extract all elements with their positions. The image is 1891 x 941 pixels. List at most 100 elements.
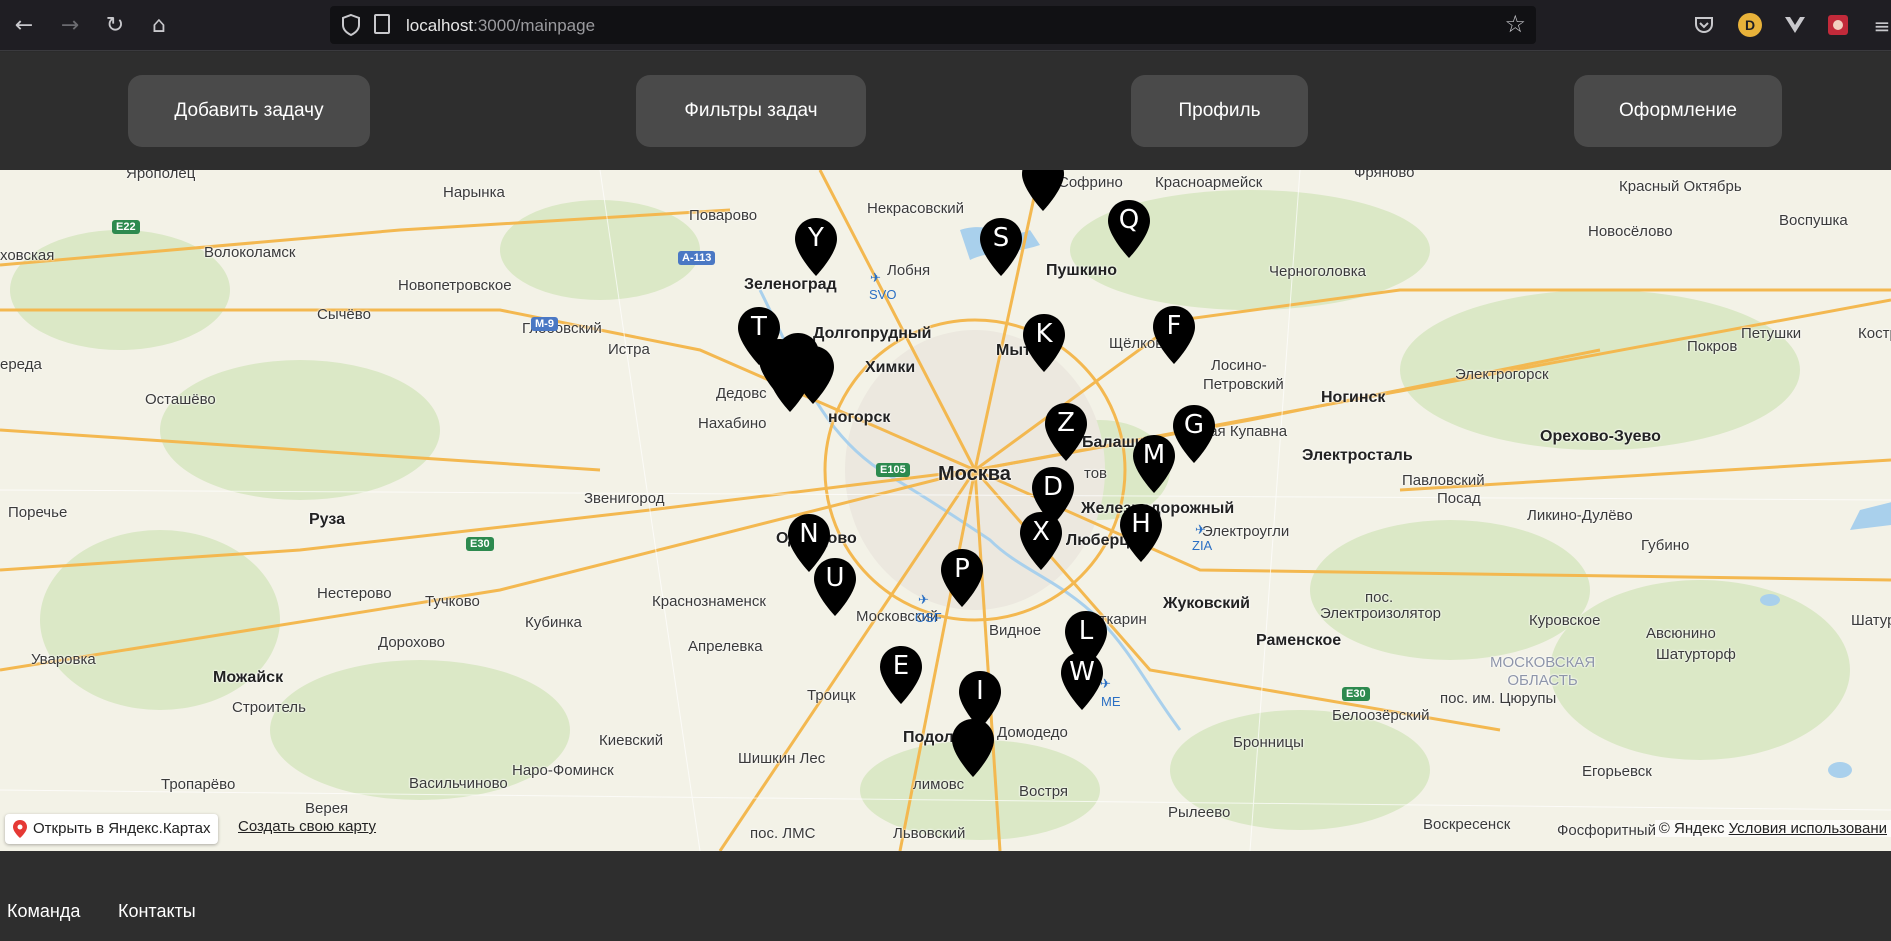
task-marker-w[interactable]: W	[1059, 651, 1105, 711]
map-label: Петушки	[1741, 325, 1802, 342]
task-marker-cluster[interactable]	[767, 353, 813, 413]
map-label: Пушкино	[1046, 262, 1118, 279]
map-label: Электросталь	[1302, 447, 1413, 464]
appearance-button[interactable]: Оформление	[1574, 75, 1782, 147]
map-label: Новосёлово	[1588, 223, 1673, 240]
map-label: Ярополец	[126, 170, 196, 182]
shield-icon[interactable]	[340, 13, 362, 37]
map-label: Видное	[989, 622, 1042, 639]
airport-icon: ✈	[870, 270, 881, 285]
terms-link[interactable]: Условия использовани	[1729, 820, 1887, 837]
map-label: Можайск	[213, 669, 284, 686]
map-label: Электроизолятор	[1320, 605, 1442, 622]
task-marker-label: Q	[1118, 205, 1140, 235]
road-badge: E22	[112, 220, 140, 234]
map-label: Воспушка	[1779, 212, 1848, 229]
task-marker-m[interactable]: M	[1131, 434, 1177, 494]
task-marker-k[interactable]: K	[1021, 313, 1067, 373]
forward-arrow-icon[interactable]: →	[56, 12, 84, 40]
address-bar[interactable]: localhost:3000/mainpage ☆	[330, 6, 1536, 44]
profile-avatar[interactable]: D	[1738, 13, 1762, 37]
home-icon[interactable]: ⌂	[145, 12, 173, 40]
map-label: Верея	[305, 800, 349, 817]
task-marker-label: F	[1166, 311, 1182, 341]
create-map-link[interactable]: Создать свою карту	[238, 818, 376, 835]
task-filters-button[interactable]: Фильтры задач	[636, 75, 866, 147]
map-label: Домодедо	[997, 724, 1068, 741]
map-label: ногорск	[828, 409, 891, 426]
airport-code: OSF	[915, 610, 942, 625]
map-pin-icon	[13, 820, 27, 838]
task-marker-e[interactable]: E	[878, 645, 924, 705]
task-marker-label: Y	[808, 223, 824, 253]
map-label: Уваровка	[31, 651, 96, 668]
footer-contacts-link[interactable]: Контакты	[118, 901, 196, 922]
map-label: Софрино	[1058, 174, 1123, 191]
task-marker-g[interactable]: G	[1171, 404, 1217, 464]
task-marker-q[interactable]: Q	[1106, 199, 1152, 259]
map-label: Авсюнино	[1646, 625, 1716, 642]
task-marker-p[interactable]: P	[939, 548, 985, 608]
bookmark-star-icon[interactable]: ☆	[1504, 10, 1526, 38]
road-badge: E30	[1342, 687, 1370, 701]
airport-code: ZIA	[1192, 538, 1213, 553]
task-marker-label: D	[1042, 472, 1064, 502]
task-marker-label: P	[954, 554, 970, 584]
map-label: Посад	[1437, 490, 1481, 507]
task-marker-label: S	[992, 223, 1010, 253]
back-arrow-icon[interactable]: ←	[10, 12, 38, 40]
map-label: Воскресенск	[1423, 816, 1511, 833]
task-marker-f[interactable]: F	[1151, 305, 1197, 365]
map-label: Фосфоритный	[1557, 822, 1656, 839]
pocket-icon[interactable]	[1692, 13, 1716, 37]
map-label: Ногинск	[1321, 389, 1386, 406]
task-marker-z[interactable]: Z	[1043, 402, 1089, 462]
app-header: Добавить задачу Фильтры задач Профиль Оф…	[0, 52, 1891, 170]
task-marker-s[interactable]: S	[978, 217, 1024, 277]
menu-icon[interactable]: ≡	[1868, 12, 1891, 40]
app-footer: Команда Контакты	[0, 851, 1891, 941]
task-marker-cluster[interactable]	[950, 718, 996, 778]
map-label: Орехово-Зуево	[1540, 428, 1661, 445]
map-label: ереда	[0, 356, 42, 373]
task-marker-x[interactable]: X	[1018, 511, 1064, 571]
map-label: Шатура	[1851, 612, 1891, 629]
task-marker-y[interactable]: Y	[793, 217, 839, 277]
map-copyright: © Яндекс Условия использовани	[1654, 820, 1891, 837]
map-label: Шишкин Лес	[738, 750, 826, 767]
task-marker-h[interactable]: H	[1118, 503, 1164, 563]
footer-team-link[interactable]: Команда	[7, 901, 80, 922]
map-label: Белоозёрский	[1332, 707, 1430, 724]
task-marker-cluster[interactable]	[1020, 170, 1066, 212]
task-marker-u[interactable]: U	[812, 557, 858, 617]
yandex-map[interactable]: Ярополец Нарынка Поварово Некрасовский С…	[0, 170, 1891, 851]
open-in-yandex-maps-button[interactable]: Открыть в Яндекс.Картах	[5, 814, 219, 844]
task-marker-label: L	[1078, 616, 1094, 646]
map-label: Строитель	[232, 699, 306, 716]
airport-icon: ✈	[918, 592, 929, 607]
vue-devtools-icon[interactable]	[1783, 13, 1807, 37]
map-label: Апрелевка	[688, 638, 763, 655]
profile-button[interactable]: Профиль	[1131, 75, 1308, 147]
map-label: Тропарёво	[161, 776, 236, 793]
map-label: ховская	[0, 247, 55, 264]
map-label: Черноголовка	[1269, 263, 1366, 280]
page-icon	[374, 14, 390, 34]
task-marker-label: X	[1032, 517, 1050, 547]
task-marker-label: M	[1142, 440, 1166, 470]
reload-icon[interactable]: ↻	[101, 12, 129, 40]
map-label: Электроугли	[1202, 523, 1290, 540]
add-task-button[interactable]: Добавить задачу	[128, 75, 370, 147]
map-label: Нахабино	[698, 415, 767, 432]
map-label: Востря	[1019, 783, 1069, 800]
map-label: Дорохово	[378, 634, 446, 651]
airport-code: SVO	[869, 287, 897, 302]
map-label: Руза	[309, 511, 345, 528]
url-text[interactable]: localhost:3000/mainpage	[406, 16, 595, 36]
road-badge: E30	[466, 537, 494, 551]
extension-icon[interactable]	[1826, 13, 1850, 37]
map-label: Некрасовский	[867, 200, 965, 217]
task-marker-label: K	[1035, 319, 1053, 349]
map-label: Покров	[1687, 338, 1738, 355]
map-label: Новопетровское	[398, 277, 512, 294]
